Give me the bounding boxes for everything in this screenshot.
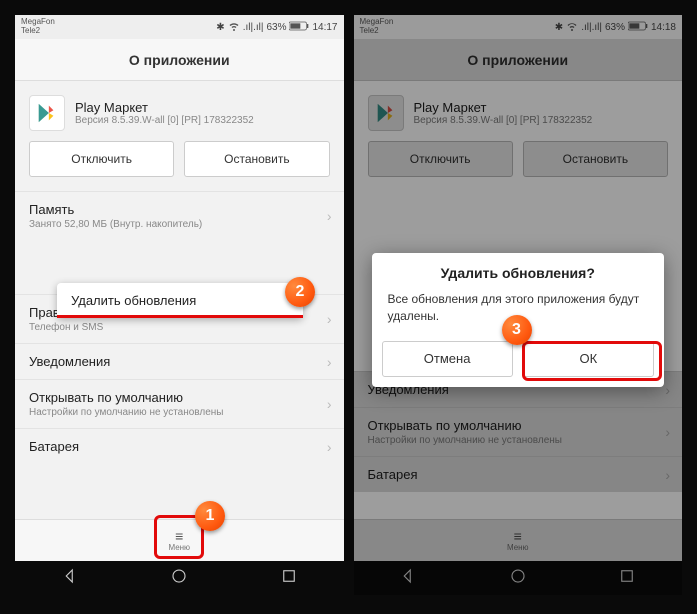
signal-icon: .ıl|.ıl| [243, 22, 264, 33]
android-nav-bar [15, 561, 344, 595]
marker-3: 3 [502, 315, 532, 345]
page-title: О приложении [129, 52, 230, 68]
ok-button[interactable]: ОК [523, 341, 654, 377]
battery-pct: 63% [266, 22, 286, 33]
app-name: Play Маркет [75, 100, 254, 115]
delete-updates-popup[interactable]: Удалить обновления [57, 283, 303, 318]
phone-left: MegaFon Tele2 ✱ .ıl|.ıl| 63% 14:17 О при… [15, 15, 344, 595]
app-info-content: Play Маркет Версия 8.5.39.W-all [0] [PR]… [15, 81, 344, 464]
chevron-right-icon: › [327, 311, 332, 327]
hamburger-icon: ≡ [175, 529, 183, 543]
play-store-icon [29, 95, 65, 131]
page-header: О приложении [15, 39, 344, 81]
battery-icon [289, 21, 309, 34]
clock: 14:17 [312, 22, 337, 33]
highlight-bar [57, 315, 303, 318]
wifi-icon [228, 20, 240, 35]
recents-icon[interactable] [280, 567, 298, 590]
section-notifications[interactable]: Уведомления › [15, 343, 344, 379]
stop-button[interactable]: Остановить [184, 141, 329, 177]
delete-updates-label: Удалить обновления [57, 283, 303, 318]
section-battery[interactable]: Батарея › [15, 428, 344, 464]
phone-right: MegaFon Tele2 ✱ .ıl|.ıl| 63% 14:18 О при… [354, 15, 683, 595]
back-icon[interactable] [61, 567, 79, 590]
chevron-right-icon: › [327, 439, 332, 455]
chevron-right-icon: › [327, 396, 332, 412]
chevron-right-icon: › [327, 208, 332, 224]
cancel-button[interactable]: Отмена [382, 341, 513, 377]
app-version: Версия 8.5.39.W-all [0] [PR] 178322352 [75, 115, 254, 126]
section-default[interactable]: Открывать по умолчанию Настройки по умол… [15, 379, 344, 428]
marker-2: 2 [285, 277, 315, 307]
bottom-menu[interactable]: ≡ Меню [15, 519, 344, 561]
home-icon[interactable] [170, 567, 188, 590]
disable-button[interactable]: Отключить [29, 141, 174, 177]
bluetooth-icon: ✱ [216, 22, 224, 33]
marker-1: 1 [195, 501, 225, 531]
carrier-2: Tele2 [21, 27, 55, 36]
menu-label: Меню [168, 543, 190, 552]
status-bar: MegaFon Tele2 ✱ .ıl|.ıl| 63% 14:17 [15, 15, 344, 39]
dialog-title: Удалить обновления? [372, 265, 665, 281]
chevron-right-icon: › [327, 354, 332, 370]
section-memory[interactable]: Память Занято 52,80 МБ (Внутр. накопител… [15, 191, 344, 240]
